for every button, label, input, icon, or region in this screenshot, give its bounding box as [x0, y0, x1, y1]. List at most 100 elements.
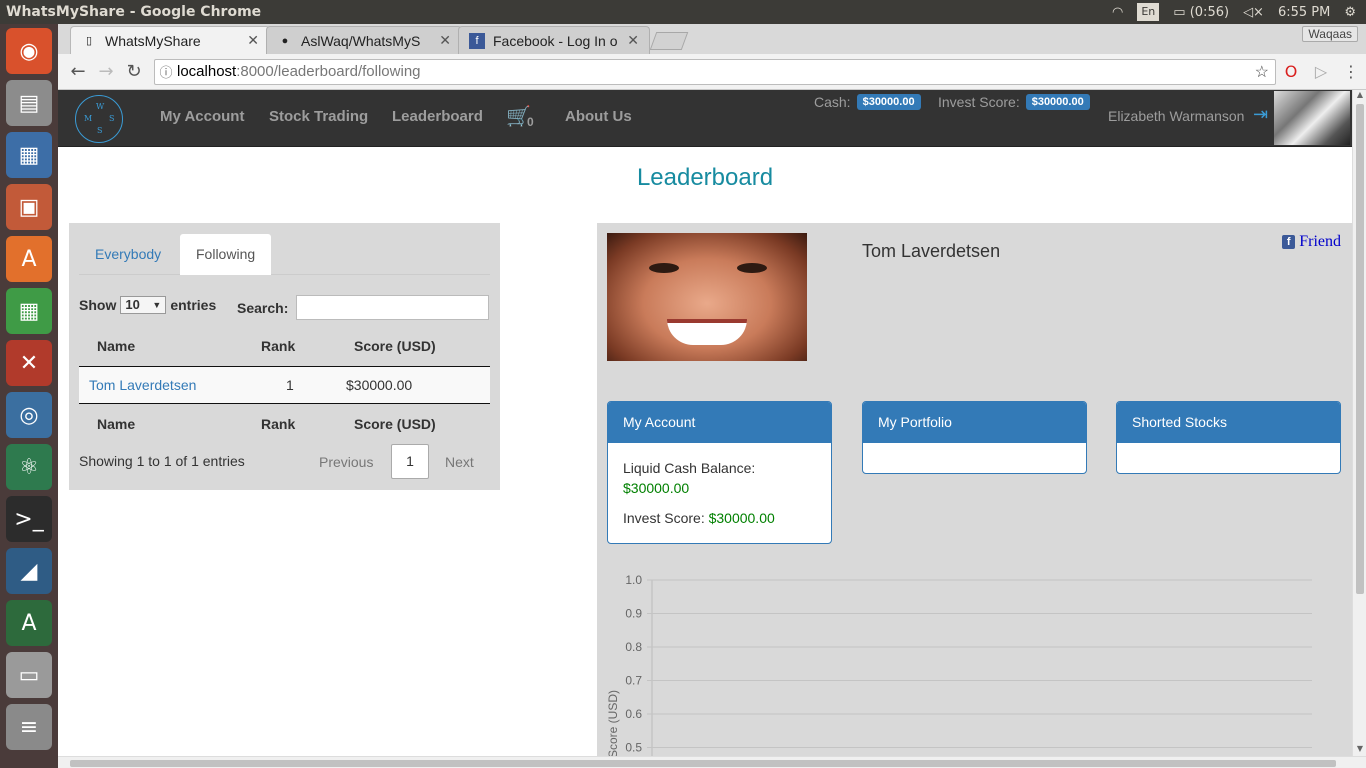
card-title: Shorted Stocks	[1117, 402, 1340, 443]
column-header-score[interactable]: Score (USD)	[354, 338, 436, 354]
score-cell: $30000.00	[346, 377, 413, 393]
facebook-icon: f	[469, 32, 485, 49]
software-updater-icon[interactable]: A	[6, 600, 52, 646]
horizontal-scrollbar[interactable]	[58, 756, 1366, 768]
chevron-down-icon: ▼	[152, 300, 162, 310]
page-title: Leaderboard	[636, 164, 774, 191]
tab-following[interactable]: Following	[180, 234, 272, 275]
y-tick-label: 0.8	[625, 640, 642, 654]
cart-count: 0	[527, 115, 534, 129]
forward-icon[interactable]: →	[92, 61, 120, 82]
gear-icon[interactable]: ⚙	[1344, 5, 1356, 20]
terminal-icon[interactable]: >_	[6, 496, 52, 542]
clock[interactable]: 6:55 PM	[1278, 5, 1330, 20]
scroll-thumb[interactable]	[1356, 104, 1364, 594]
avatar[interactable]	[1274, 91, 1350, 145]
unity-launcher: ◉ ▤ ▦ ▣ A ▦ ✕ ◎ ⚛ >_ ◢ A ▭ ≡	[0, 24, 58, 768]
wifi-icon[interactable]: ◠	[1112, 5, 1123, 20]
tab-whatsmyshare[interactable]: ▯ WhatsMyShare ✕	[70, 26, 270, 54]
y-tick-label: 0.6	[625, 707, 642, 721]
nav-leaderboard[interactable]: Leaderboard	[392, 108, 483, 125]
system-indicators: ◠ En ▭ (0:56) ◁× 6:55 PM ⚙	[1112, 3, 1366, 21]
next-button[interactable]: Next	[445, 454, 474, 470]
address-bar[interactable]: ⓘ localhost:8000/leaderboard/following ☆	[154, 58, 1276, 85]
battery-indicator[interactable]: ▭ (0:56)	[1173, 5, 1229, 20]
chrome-icon[interactable]: ◎	[6, 392, 52, 438]
page-icon: ▯	[85, 35, 93, 47]
logout-icon[interactable]: ⇥	[1253, 104, 1268, 125]
score-chart: 1.0 0.9 0.8 0.7 0.6 0.5 Score (USD)	[606, 573, 1312, 756]
window-title: WhatsMyShare - Google Chrome	[6, 4, 262, 20]
impress-icon[interactable]: ▣	[6, 184, 52, 230]
play-extension-icon[interactable]: ▷	[1306, 62, 1336, 81]
os-top-bar: WhatsMyShare - Google Chrome ◠ En ▭ (0:5…	[0, 0, 1366, 24]
cash-stat: Cash: $30000.00	[814, 94, 921, 110]
cash-badge: $30000.00	[856, 94, 921, 110]
ubuntu-logo-icon[interactable]: ◉	[6, 28, 52, 74]
previous-button[interactable]: Previous	[319, 454, 373, 470]
volume-icon[interactable]: ◁×	[1243, 5, 1264, 20]
card-title: My Account	[608, 402, 831, 443]
friend-button[interactable]: f Friend	[1282, 233, 1341, 251]
tab-strip: ▯ WhatsMyShare ✕ ● AslWaq/WhatsMyS ✕ f F…	[58, 24, 1366, 54]
table-row: Tom Laverdetsen 1 $30000.00	[79, 366, 490, 404]
atom-icon[interactable]: ⚛	[6, 444, 52, 490]
scroll-thumb[interactable]	[70, 760, 1336, 767]
my-portfolio-card: My Portfolio	[862, 401, 1087, 474]
close-icon[interactable]: ✕	[619, 32, 639, 49]
profile-name: Tom Laverdetsen	[862, 241, 1001, 261]
software-center-icon[interactable]: A	[6, 236, 52, 282]
github-icon: ●	[281, 34, 289, 47]
username[interactable]: Elizabeth Warmanson	[1108, 108, 1244, 124]
site-logo[interactable]: W M S S	[75, 95, 123, 143]
my-account-card: My Account Liquid Cash Balance: $30000.0…	[607, 401, 832, 544]
profile-panel: Tom Laverdetsen f Friend My Account Liqu…	[597, 223, 1352, 756]
shorted-stocks-card: Shorted Stocks	[1116, 401, 1341, 474]
search-input[interactable]	[296, 295, 489, 320]
profile-button[interactable]: Waqaas	[1302, 26, 1358, 42]
facebook-icon: f	[1282, 235, 1296, 249]
browser-toolbar: ← → ↻ ⓘ localhost:8000/leaderboard/follo…	[58, 54, 1366, 90]
reload-icon[interactable]: ↻	[120, 61, 148, 82]
info-icon[interactable]: ⓘ	[155, 62, 177, 81]
table-info: Showing 1 to 1 of 1 entries	[79, 453, 245, 469]
vertical-scrollbar[interactable]: ▲ ▼	[1352, 90, 1366, 756]
keyboard-indicator[interactable]: En	[1137, 3, 1160, 21]
bookmark-star-icon[interactable]: ☆	[1255, 62, 1269, 82]
writer-icon[interactable]: ▦	[6, 132, 52, 178]
invest-score-badge: $30000.00	[1025, 94, 1090, 110]
profile-photo	[607, 233, 807, 361]
close-icon[interactable]: ✕	[239, 32, 259, 49]
entries-select[interactable]: 10 ▼	[120, 296, 167, 314]
scroll-up-icon[interactable]: ▲	[1353, 90, 1366, 102]
entries-length-control: Show 10 ▼ entries	[79, 296, 217, 314]
column-header-name[interactable]: Name	[97, 338, 135, 354]
files-icon[interactable]: ▤	[6, 80, 52, 126]
tab-facebook[interactable]: f Facebook - Log In o ✕	[458, 26, 650, 54]
close-icon[interactable]: ✕	[431, 32, 451, 49]
opera-extension-icon[interactable]: O	[1276, 62, 1306, 81]
new-tab-button[interactable]	[649, 32, 689, 50]
tab-github[interactable]: ● AslWaq/WhatsMyS ✕	[266, 26, 462, 54]
settings-icon[interactable]: ✕	[6, 340, 52, 386]
trash-icon[interactable]: ≡	[6, 704, 52, 750]
drive-icon[interactable]: ▭	[6, 652, 52, 698]
page-1-button[interactable]: 1	[391, 444, 429, 479]
y-tick-label: 0.7	[625, 674, 642, 688]
nav-about-us[interactable]: About Us	[565, 108, 632, 125]
nav-stock-trading[interactable]: Stock Trading	[269, 108, 368, 125]
card-title: My Portfolio	[863, 402, 1086, 443]
calc-icon[interactable]: ▦	[6, 288, 52, 334]
tab-everybody[interactable]: Everybody	[79, 234, 177, 275]
y-axis-label: Score (USD)	[606, 690, 620, 756]
invest-score-value: $30000.00	[708, 510, 775, 526]
mysql-workbench-icon[interactable]: ◢	[6, 548, 52, 594]
user-link[interactable]: Tom Laverdetsen	[89, 377, 196, 393]
back-icon[interactable]: ←	[64, 61, 92, 82]
nav-my-account[interactable]: My Account	[160, 108, 244, 125]
footer-header-score: Score (USD)	[354, 416, 436, 432]
menu-icon[interactable]: ⋮	[1336, 62, 1366, 81]
leaderboard-tabs: Everybody Following	[79, 234, 490, 275]
column-header-rank[interactable]: Rank	[261, 338, 295, 354]
scroll-down-icon[interactable]: ▼	[1353, 744, 1366, 756]
